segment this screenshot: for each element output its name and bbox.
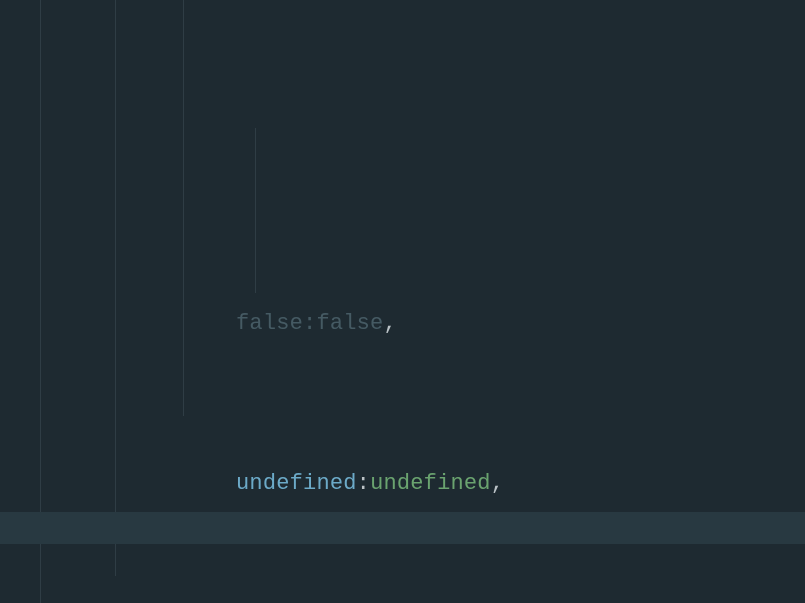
key-undefined: undefined xyxy=(236,471,357,496)
val-undefined: undefined xyxy=(370,471,491,496)
val-false: false xyxy=(316,311,383,336)
code-editor: false:false, undefined:undefined, text:"… xyxy=(0,0,805,603)
key-false: false xyxy=(236,311,303,336)
active-line-highlight xyxy=(0,512,805,544)
